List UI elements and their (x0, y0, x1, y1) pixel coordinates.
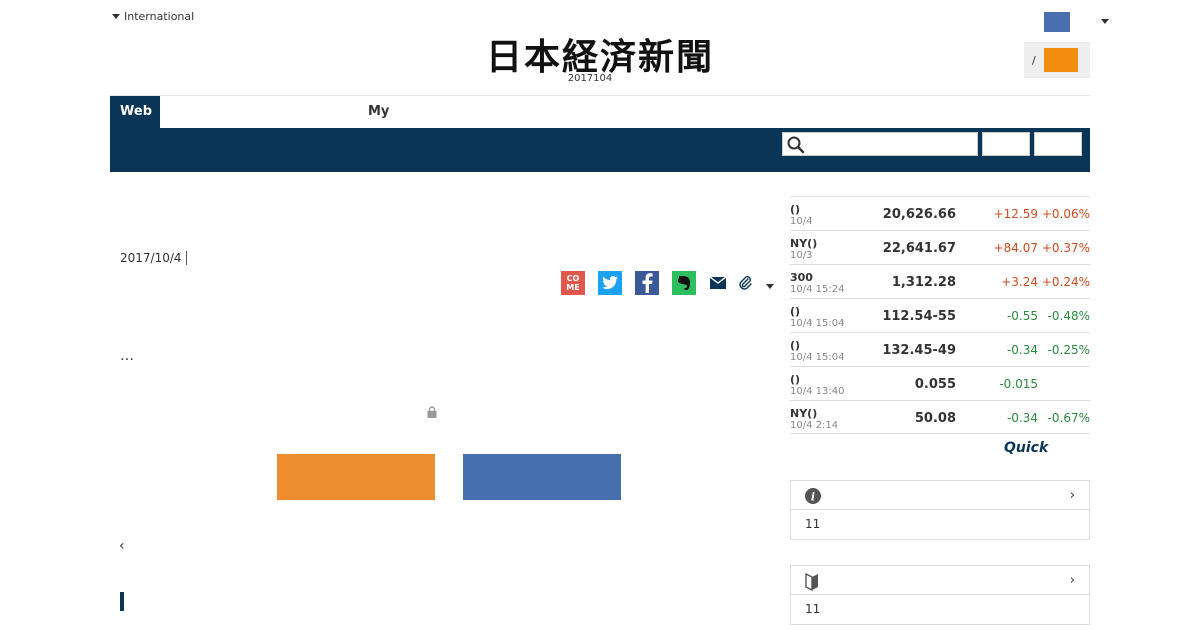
share-more-caret-icon[interactable] (763, 271, 777, 295)
market-change-pct: -0.25% (1047, 343, 1090, 357)
market-time: 10/3 (790, 250, 813, 261)
clip-icon[interactable] (736, 271, 754, 295)
beginner-mark-icon (805, 573, 818, 591)
beginner-box-count: 11 (805, 602, 821, 616)
caret-down-icon[interactable] (1101, 19, 1109, 24)
market-change-pct: -0.67% (1047, 411, 1090, 425)
market-time: 10/4 (790, 216, 813, 227)
twitter-icon[interactable] (598, 271, 622, 295)
account-button[interactable] (1044, 12, 1070, 32)
market-change-pct: +0.37% (1041, 241, 1090, 255)
market-name: () (790, 339, 801, 352)
lock-icon (427, 403, 437, 422)
market-row[interactable]: () 10/4 15:04 132.45-49 -0.34 -0.25% (790, 332, 1090, 366)
market-change: -0.015 (999, 377, 1038, 391)
market-time: 10/4 2:14 (790, 420, 839, 431)
market-value: 1,312.28 (891, 275, 956, 290)
market-value: 112.54-55 (882, 309, 956, 324)
market-name: NY() (790, 407, 818, 420)
login-box: / (1024, 42, 1090, 78)
subscribe-button[interactable] (277, 454, 435, 500)
market-name: () (790, 373, 801, 386)
market-value: 132.45-49 (882, 343, 956, 358)
market-value: 50.08 (914, 411, 956, 426)
svg-text:i: i (811, 491, 815, 504)
market-change: +3.24 (1001, 275, 1038, 289)
market-name: () (790, 203, 801, 216)
quick-logo[interactable]: Quick (1004, 440, 1048, 456)
chevron-right-icon: › (1069, 488, 1075, 503)
article-date-text: 2017/10/4 (120, 251, 182, 265)
market-name: NY() (790, 237, 818, 250)
share-bar: CO ME (561, 271, 790, 295)
date-divider (185, 251, 187, 265)
market-time: 10/4 15:04 (790, 352, 845, 363)
search-input[interactable] (782, 132, 978, 156)
market-table: () 10/4 20,626.66 +12.59 +0.06% NY() 10/3 22,64… (790, 196, 1090, 434)
international-dropdown[interactable]: International (112, 10, 194, 23)
market-name: 300 (790, 271, 813, 284)
facebook-icon[interactable] (635, 271, 659, 295)
market-change: +84.07 (993, 241, 1038, 255)
tab-web[interactable]: Web (110, 96, 160, 128)
market-row[interactable]: () 10/4 13:40 0.055 -0.015 (790, 366, 1090, 400)
come-share-icon[interactable]: CO ME (561, 271, 585, 295)
market-time: 10/4 15:24 (790, 284, 845, 295)
header-divider (110, 95, 1090, 96)
info-box[interactable]: i › 11 (790, 480, 1090, 540)
market-name: () (790, 305, 801, 318)
market-row[interactable]: NY() 10/4 2:14 50.08 -0.34 -0.67% (790, 400, 1090, 434)
international-label: International (124, 10, 195, 23)
article-lead-ellipsis: … (120, 348, 134, 364)
nav-button-2[interactable] (1034, 132, 1082, 156)
market-change: -0.34 (1006, 411, 1038, 425)
market-value: 20,626.66 (882, 207, 956, 222)
market-row[interactable]: 300 10/4 15:24 1,312.28 +3.24 +0.24% (790, 264, 1090, 298)
info-box-header[interactable]: i › (791, 481, 1089, 510)
market-value: 0.055 (914, 377, 956, 392)
beginner-box-header[interactable]: › (791, 566, 1089, 595)
chevron-right-icon: › (1069, 573, 1075, 588)
market-row[interactable]: NY() 10/3 22,641.67 +84.07 +0.37% (790, 230, 1090, 264)
market-change: +12.59 (993, 207, 1038, 221)
section-marker (120, 592, 124, 611)
mail-icon[interactable] (709, 271, 727, 295)
market-change: -0.55 (1006, 309, 1038, 323)
login-separator: / (1032, 53, 1036, 67)
edition-date: 2017104 (567, 73, 613, 84)
market-row[interactable]: () 10/4 15:04 112.54-55 -0.55 -0.48% (790, 298, 1090, 332)
evernote-icon[interactable] (672, 271, 696, 295)
tab-my[interactable]: My (368, 104, 389, 119)
register-button[interactable] (1043, 48, 1078, 72)
market-time: 10/4 13:40 (790, 386, 845, 397)
beginner-box[interactable]: › 11 (790, 565, 1090, 625)
market-change-pct: +0.24% (1041, 275, 1090, 289)
back-link[interactable]: ‹ (119, 538, 125, 554)
nav-button-1[interactable] (982, 132, 1030, 156)
market-change: -0.34 (1006, 343, 1038, 357)
article-date: 2017/10/4 (120, 251, 187, 265)
caret-down-icon (112, 14, 120, 19)
search-icon (787, 136, 805, 154)
market-value: 22,641.67 (882, 241, 956, 256)
market-change-pct: +0.06% (1041, 207, 1090, 221)
info-icon: i (805, 488, 821, 504)
market-change-pct: -0.48% (1047, 309, 1090, 323)
market-row[interactable]: () 10/4 20,626.66 +12.59 +0.06% (790, 196, 1090, 230)
info-box-count: 11 (805, 517, 821, 531)
market-time: 10/4 15:04 (790, 318, 845, 329)
login-button[interactable] (463, 454, 621, 500)
